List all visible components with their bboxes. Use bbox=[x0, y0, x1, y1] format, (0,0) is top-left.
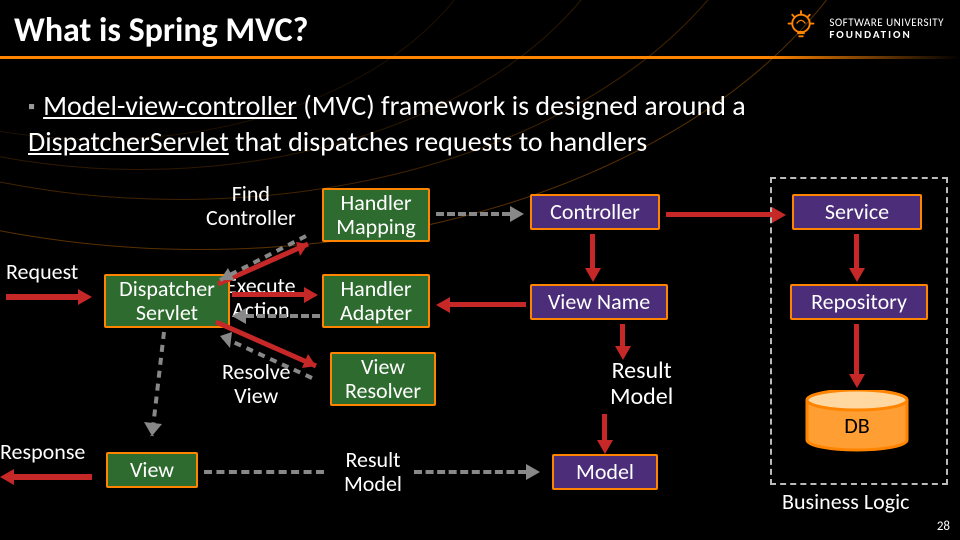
resolve-view-label: Resolve View bbox=[222, 360, 290, 408]
result-model-big-label: Result Model bbox=[610, 358, 673, 411]
logo-text-2: FOUNDATION bbox=[829, 29, 944, 41]
handler-mapping-box: Handler Mapping bbox=[322, 188, 430, 242]
repository-box: Repository bbox=[790, 284, 928, 320]
title-underline bbox=[0, 56, 960, 59]
lightbulb-icon bbox=[781, 6, 821, 51]
model-box: Model bbox=[552, 454, 658, 490]
db-label: DB bbox=[802, 412, 912, 439]
find-controller-label: Find Controller bbox=[206, 182, 296, 230]
controller-box: Controller bbox=[530, 194, 660, 230]
slide-title: What is Spring MVC? bbox=[14, 10, 308, 51]
bullet-text: ▪Model-view-controller (MVC) framework i… bbox=[28, 88, 928, 161]
dispatcher-servlet-box: Dispatcher Servlet bbox=[104, 274, 230, 328]
execute-action-label: Execute Action bbox=[226, 274, 296, 322]
view-box: View bbox=[106, 452, 198, 488]
arrow-dispatch-to-view bbox=[146, 332, 186, 457]
handler-adapter-box: Handler Adapter bbox=[322, 274, 430, 328]
business-logic-label: Business Logic bbox=[782, 490, 909, 514]
view-name-box: View Name bbox=[530, 284, 668, 320]
response-label: Response bbox=[0, 440, 85, 464]
result-model-small-label: Result Model bbox=[344, 448, 402, 496]
db-cylinder: DB bbox=[802, 390, 912, 452]
logo-text-1: SOFTWARE UNIVERSITY bbox=[829, 17, 944, 29]
service-box: Service bbox=[792, 194, 922, 230]
page-number: 28 bbox=[937, 519, 950, 534]
view-resolver-box: View Resolver bbox=[330, 352, 436, 406]
request-label: Request bbox=[6, 260, 78, 284]
logo: SOFTWARE UNIVERSITY FOUNDATION bbox=[781, 6, 944, 51]
